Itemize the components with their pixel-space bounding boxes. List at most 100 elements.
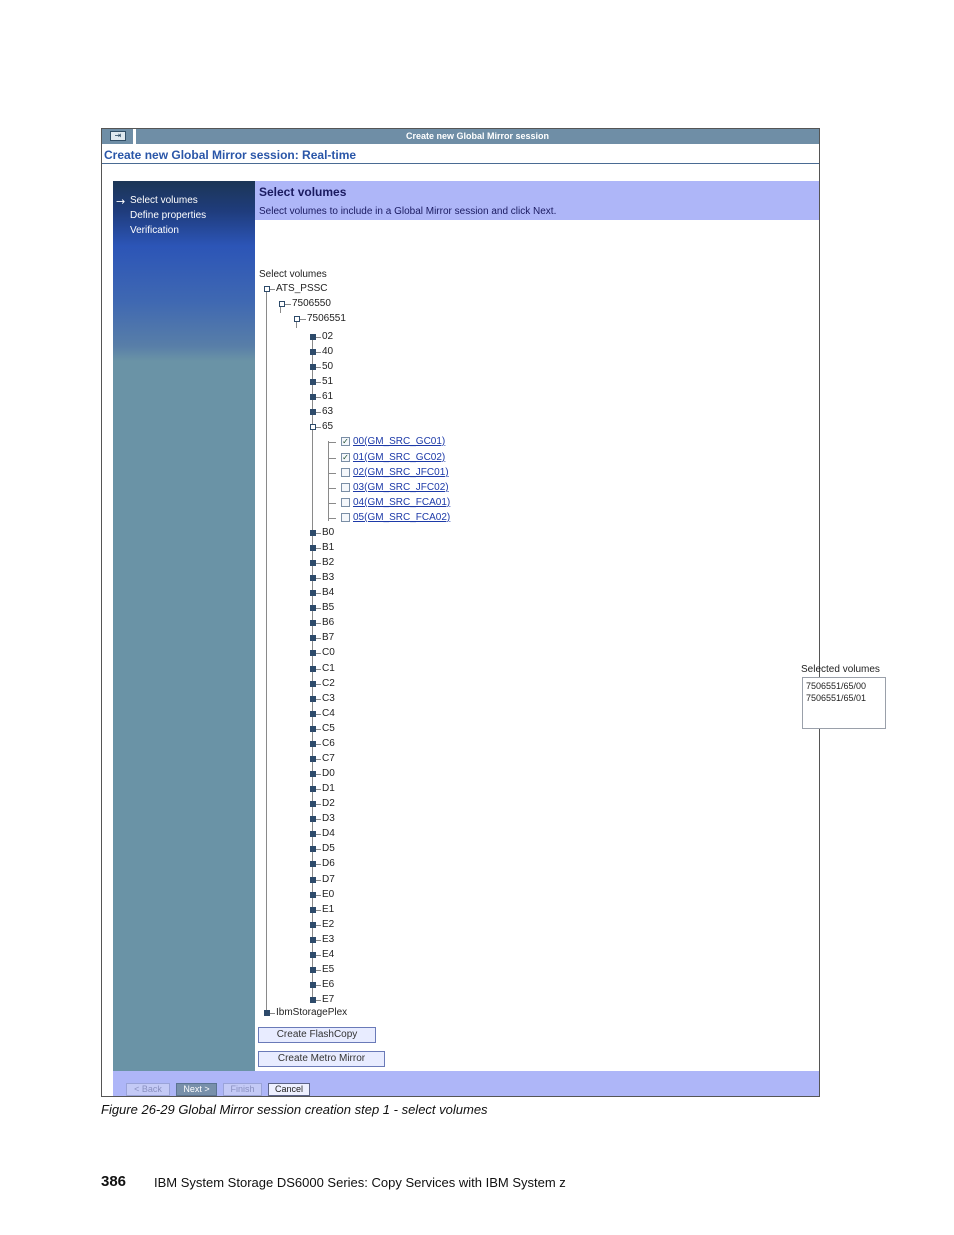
tree-line <box>270 289 275 290</box>
volume-checkbox[interactable] <box>341 468 350 477</box>
selected-volumes-label: Selected volumes <box>801 664 880 675</box>
volume-link[interactable]: 03(GM_SRC_JFC02) <box>353 482 449 494</box>
tree-node-lss[interactable]: B5 <box>322 602 334 614</box>
tree-node-lss[interactable]: 61 <box>322 391 333 403</box>
tree-node-lss[interactable]: B7 <box>322 632 334 644</box>
volume-checkbox[interactable] <box>341 483 350 492</box>
tree-node-lss[interactable]: C5 <box>322 723 335 735</box>
tree-node-lss[interactable]: 63 <box>322 406 333 418</box>
finish-button[interactable]: Finish <box>223 1083 262 1096</box>
tree-line <box>316 382 321 383</box>
tree-node-lss[interactable]: C2 <box>322 678 335 690</box>
tree-line <box>316 1000 321 1001</box>
tree-node-lss[interactable]: D7 <box>322 874 335 886</box>
tree-node-lss[interactable]: C3 <box>322 693 335 705</box>
tree-node-lss[interactable]: E0 <box>322 889 334 901</box>
tree-node-root[interactable]: ATS_PSSC <box>276 283 328 295</box>
selected-volumes-list[interactable]: 7506551/65/00 7506551/65/01 <box>802 677 886 729</box>
volume-checkbox[interactable]: ✓ <box>341 437 350 446</box>
tree-node-lss[interactable]: D2 <box>322 798 335 810</box>
tree-node-lss[interactable]: B6 <box>322 617 334 629</box>
tree-node-7506550[interactable]: 7506550 <box>292 298 331 310</box>
volume-link[interactable]: 00(GM_SRC_GC01) <box>353 436 445 448</box>
tree-node-lss[interactable]: E1 <box>322 904 334 916</box>
tree-line <box>328 488 336 489</box>
tree-node-ibmstorageplex[interactable]: IbmStoragePlex <box>276 1007 347 1019</box>
tree-node-lss[interactable]: C6 <box>322 738 335 750</box>
step-define-properties[interactable]: Define properties <box>130 210 206 221</box>
tree-line <box>316 789 321 790</box>
tree-line <box>316 548 321 549</box>
tree-line <box>316 412 321 413</box>
tree-node-lss[interactable]: E6 <box>322 979 334 991</box>
step-verification[interactable]: Verification <box>130 225 179 236</box>
tree-node-lss[interactable]: D0 <box>322 768 335 780</box>
tree-node-lss[interactable]: C4 <box>322 708 335 720</box>
tree-line <box>328 518 336 519</box>
tree-node-lss[interactable]: D5 <box>322 843 335 855</box>
tree-node-lss[interactable]: E3 <box>322 934 334 946</box>
step-select-volumes[interactable]: Select volumes <box>130 195 198 206</box>
tree-line <box>316 533 321 534</box>
tree-line <box>316 653 321 654</box>
tree-line <box>316 623 321 624</box>
tree-node-lss[interactable]: 51 <box>322 376 333 388</box>
tree-node-lss[interactable]: E2 <box>322 919 334 931</box>
tree-node-lss[interactable]: 50 <box>322 361 333 373</box>
back-button[interactable]: < Back <box>126 1083 170 1096</box>
next-button[interactable]: Next > <box>176 1083 217 1096</box>
wizard-nav-bar: < Back Next > Finish Cancel <box>113 1071 819 1096</box>
tree-node-lss[interactable]: C1 <box>322 663 335 675</box>
book-title: IBM System Storage DS6000 Series: Copy S… <box>154 1175 566 1190</box>
tree-line <box>270 1013 275 1014</box>
volume-link[interactable]: 04(GM_SRC_FCA01) <box>353 497 450 509</box>
heading-divider <box>102 163 819 164</box>
tree-node-lss[interactable]: D1 <box>322 783 335 795</box>
tree-line <box>328 442 336 443</box>
window-title: Create new Global Mirror session <box>405 131 550 141</box>
tree-line <box>316 669 321 670</box>
tree-node-lss[interactable]: E7 <box>322 994 334 1006</box>
volume-tree: Select volumes ATS_PSSC 7506550 7506551 … <box>255 181 645 1031</box>
tree-line <box>316 367 321 368</box>
tree-node-lss[interactable]: C0 <box>322 647 335 659</box>
create-metro-mirror-button[interactable]: Create Metro Mirror <box>258 1051 385 1067</box>
selected-volume-item[interactable]: 7506551/65/01 <box>806 692 885 704</box>
volume-link[interactable]: 05(GM_SRC_FCA02) <box>353 512 450 524</box>
volume-checkbox[interactable] <box>341 498 350 507</box>
tree-node-lss[interactable]: D3 <box>322 813 335 825</box>
exit-icon[interactable]: ⇥ <box>110 131 126 141</box>
volume-link[interactable]: 02(GM_SRC_JFC01) <box>353 467 449 479</box>
cancel-button[interactable]: Cancel <box>268 1083 310 1096</box>
tree-line <box>316 864 321 865</box>
tree-node-7506551[interactable]: 7506551 <box>307 313 346 325</box>
tree-node-lss[interactable]: E5 <box>322 964 334 976</box>
tree-node-lss[interactable]: B2 <box>322 557 334 569</box>
tree-line <box>328 458 336 459</box>
tree-node-lss[interactable]: 65 <box>322 421 333 433</box>
tree-line <box>316 985 321 986</box>
tree-line <box>316 563 321 564</box>
tree-node-lss[interactable]: D6 <box>322 858 335 870</box>
tree-node-lss[interactable]: 02 <box>322 331 333 343</box>
tree-node-lss[interactable]: B3 <box>322 572 334 584</box>
tree-node-lss[interactable]: C7 <box>322 753 335 765</box>
tree-line <box>316 895 321 896</box>
tree-line <box>316 940 321 941</box>
volume-checkbox[interactable]: ✓ <box>341 453 350 462</box>
tree-node-lss[interactable]: B4 <box>322 587 334 599</box>
tree-line <box>316 970 321 971</box>
tree-node-lss[interactable]: B1 <box>322 542 334 554</box>
selected-volume-item[interactable]: 7506551/65/00 <box>806 680 885 692</box>
create-flashcopy-button[interactable]: Create FlashCopy <box>258 1027 376 1043</box>
tree-line <box>316 880 321 881</box>
volume-link[interactable]: 01(GM_SRC_GC02) <box>353 452 445 464</box>
tree-line <box>316 427 321 428</box>
tree-node-lss[interactable]: 40 <box>322 346 333 358</box>
volume-checkbox[interactable] <box>341 513 350 522</box>
tree-line <box>316 684 321 685</box>
tree-node-lss[interactable]: B0 <box>322 527 334 539</box>
tree-node-lss[interactable]: D4 <box>322 828 335 840</box>
current-step-arrow-icon: → <box>116 195 126 208</box>
tree-node-lss[interactable]: E4 <box>322 949 334 961</box>
